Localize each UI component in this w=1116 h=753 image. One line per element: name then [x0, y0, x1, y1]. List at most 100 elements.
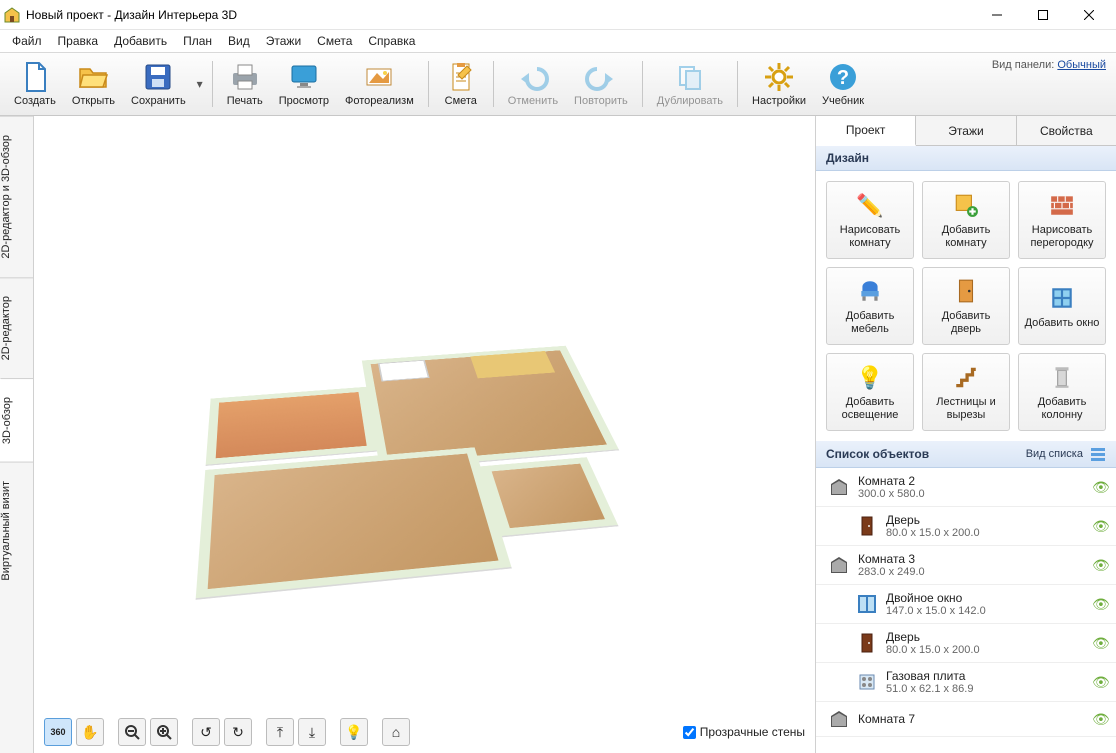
menu-edit[interactable]: Правка [50, 32, 107, 50]
tab-virtual-visit[interactable]: Виртуальный визит [0, 462, 33, 599]
tilt-down-button[interactable]: ⤓ [298, 718, 326, 746]
menu-add[interactable]: Добавить [106, 32, 175, 50]
estimate-button[interactable]: Смета [435, 55, 487, 113]
list-view-toggle[interactable]: Вид списка [1026, 446, 1106, 462]
object-list[interactable]: Комната 2300.0 x 580.0👁Дверь80.0 x 15.0 … [816, 468, 1116, 753]
object-item[interactable]: Комната 7👁 [816, 702, 1116, 737]
add-window-button[interactable]: Добавить окно [1018, 267, 1106, 345]
settings-button[interactable]: Настройки [744, 55, 814, 113]
object-item[interactable]: Комната 2300.0 x 580.0👁 [816, 468, 1116, 507]
menu-floors[interactable]: Этажи [258, 32, 309, 50]
title-bar: Новый проект - Дизайн Интерьера 3D [0, 0, 1116, 30]
draw-room-button[interactable]: ✏️Нарисовать комнату [826, 181, 914, 259]
print-button[interactable]: Печать [219, 55, 271, 113]
window-title: Новый проект - Дизайн Интерьера 3D [26, 8, 974, 22]
zoom-in-button[interactable] [150, 718, 178, 746]
monitor-icon [288, 61, 320, 93]
add-column-button[interactable]: Добавить колонну [1018, 353, 1106, 431]
visibility-toggle[interactable]: 👁 [1092, 674, 1108, 690]
panel-mode: Вид панели: Обычный [992, 59, 1106, 71]
preview-button[interactable]: Просмотр [271, 55, 337, 113]
tab-3d[interactable]: 3D-обзор [0, 378, 33, 462]
add-light-button[interactable]: 💡Добавить освещение [826, 353, 914, 431]
visibility-toggle[interactable]: 👁 [1092, 711, 1108, 727]
object-item[interactable]: Дверь80.0 x 15.0 x 200.0👁 [816, 507, 1116, 546]
save-dropdown[interactable]: ▾ [194, 55, 206, 113]
redo-button[interactable]: Повторить [566, 55, 636, 113]
svg-text:?: ? [837, 67, 849, 89]
zoom-out-button[interactable] [118, 718, 146, 746]
visibility-toggle[interactable]: 👁 [1092, 596, 1108, 612]
add-door-button[interactable]: Добавить дверь [922, 267, 1010, 345]
transparent-walls-checkbox[interactable]: Прозрачные стены [683, 725, 805, 739]
object-dimensions: 147.0 x 15.0 x 142.0 [886, 605, 1084, 617]
door-icon [856, 632, 878, 654]
rotate-right-button[interactable]: ↻ [224, 718, 252, 746]
undo-button[interactable]: Отменить [500, 55, 566, 113]
app-icon [4, 7, 20, 23]
menu-estimate[interactable]: Смета [309, 32, 360, 50]
visibility-toggle[interactable]: 👁 [1092, 635, 1108, 651]
toolbar-separator [493, 61, 494, 107]
tilt-up-button[interactable]: ⤒ [266, 718, 294, 746]
save-button[interactable]: Сохранить [123, 55, 194, 113]
draw-partition-button[interactable]: Нарисовать перегородку [1018, 181, 1106, 259]
menu-file[interactable]: Файл [4, 32, 50, 50]
room-icon [828, 708, 850, 730]
room-icon [828, 554, 850, 576]
home-view-button[interactable]: ⌂ [382, 718, 410, 746]
minimize-button[interactable] [974, 0, 1020, 30]
draw-room-icon: ✏️ [855, 190, 885, 220]
visibility-toggle[interactable]: 👁 [1092, 518, 1108, 534]
stairs-icon [951, 362, 981, 392]
design-tools-grid: ✏️Нарисовать комнату Добавить комнату На… [816, 171, 1116, 441]
open-button[interactable]: Открыть [64, 55, 123, 113]
object-name: Дверь [886, 630, 1084, 644]
transparent-walls-input[interactable] [683, 726, 696, 739]
tab-2d[interactable]: 2D-редактор [0, 277, 33, 378]
toolbar-separator [428, 61, 429, 107]
furniture-icon [855, 276, 885, 306]
tab-floors[interactable]: Этажи [916, 116, 1016, 145]
object-name: Комната 3 [858, 552, 1084, 566]
folder-open-icon [77, 61, 109, 93]
menu-help[interactable]: Справка [360, 32, 423, 50]
object-item[interactable]: Дверь80.0 x 15.0 x 200.0👁 [816, 624, 1116, 663]
pan-button[interactable]: ✋ [76, 718, 104, 746]
add-room-button[interactable]: Добавить комнату [922, 181, 1010, 259]
rotate-left-button[interactable]: ↺ [192, 718, 220, 746]
tab-2d-3d[interactable]: 2D-редактор и 3D-обзор [0, 116, 33, 277]
object-item[interactable]: Газовая плита51.0 x 62.1 x 86.9👁 [816, 663, 1116, 702]
view-360-button[interactable]: 360 [44, 718, 72, 746]
door-icon [856, 515, 878, 537]
maximize-button[interactable] [1020, 0, 1066, 30]
stairs-button[interactable]: Лестницы и вырезы [922, 353, 1010, 431]
close-button[interactable] [1066, 0, 1112, 30]
right-tabs: Проект Этажи Свойства [816, 116, 1116, 146]
object-dimensions: 80.0 x 15.0 x 200.0 [886, 527, 1084, 539]
viewport-3d[interactable]: 360 ✋ ↺ ↻ ⤒ ⤓ 💡 ⌂ Прозрачные стены [34, 116, 816, 753]
scene-placeholder [40, 122, 809, 713]
window-icon [1047, 283, 1077, 313]
panel-mode-link[interactable]: Обычный [1057, 59, 1106, 71]
toolbar-separator [737, 61, 738, 107]
menu-view[interactable]: Вид [220, 32, 258, 50]
toggle-lights-button[interactable]: 💡 [340, 718, 368, 746]
visibility-toggle[interactable]: 👁 [1092, 557, 1108, 573]
photorealism-button[interactable]: Фотореализм [337, 55, 422, 113]
menu-plan[interactable]: План [175, 32, 220, 50]
list-view-icon [1090, 446, 1106, 462]
create-button[interactable]: Создать [6, 55, 64, 113]
object-item[interactable]: Двойное окно147.0 x 15.0 x 142.0👁 [816, 585, 1116, 624]
add-furniture-button[interactable]: Добавить мебель [826, 267, 914, 345]
tab-properties[interactable]: Свойства [1017, 116, 1116, 145]
room-icon [828, 476, 850, 498]
object-name: Газовая плита [886, 669, 1084, 683]
object-item[interactable]: Комната 3283.0 x 249.0 👁 [816, 546, 1116, 585]
tutorial-button[interactable]: ? Учебник [814, 55, 872, 113]
visibility-toggle[interactable]: 👁 [1092, 479, 1108, 495]
duplicate-button[interactable]: Дублировать [649, 55, 731, 113]
object-dimensions: 283.0 x 249.0 [858, 566, 1084, 578]
partition-icon [1047, 190, 1077, 220]
tab-project[interactable]: Проект [816, 116, 916, 146]
